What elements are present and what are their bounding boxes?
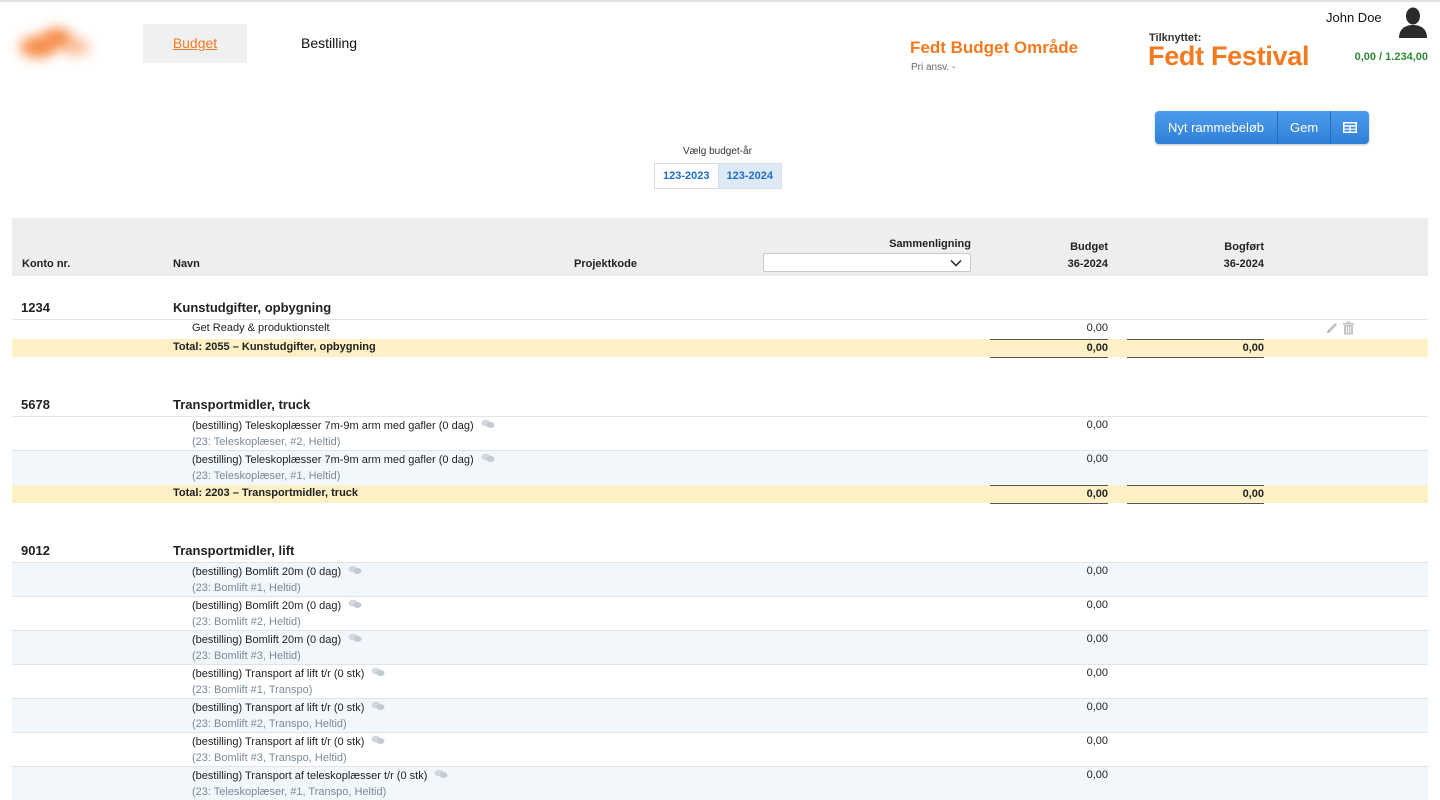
total-row: Total: 2203 – Transportmidler, truck 0,0… bbox=[12, 485, 1428, 504]
user-silhouette-icon bbox=[1399, 7, 1427, 38]
comment-icon[interactable] bbox=[371, 667, 385, 680]
line-subtext: (23: Teleskoplæser, #2, Heltid) bbox=[192, 436, 341, 448]
total-label: Total: 2203 – Transportmidler, truck bbox=[173, 487, 359, 499]
line-text: (bestilling) Transport af lift t/r (0 st… bbox=[192, 701, 365, 714]
account-name: Transportmidler, truck bbox=[173, 397, 311, 412]
line-text: (bestilling) Bomlift 20m (0 dag) bbox=[192, 633, 342, 646]
table-icon bbox=[1343, 122, 1357, 133]
budget-area-title: Fedt Budget Område bbox=[910, 38, 1079, 57]
line-text: (bestilling) Transport af lift t/r (0 st… bbox=[192, 735, 365, 748]
header-bogfort: Bogført bbox=[1224, 241, 1264, 253]
tab-budget[interactable]: Budget bbox=[143, 24, 247, 63]
comment-icon[interactable] bbox=[371, 735, 385, 748]
budget-line-row[interactable]: (bestilling) Transport af lift t/r (0 st… bbox=[12, 699, 1428, 733]
action-button-group: Nyt rammebeløb Gem bbox=[1155, 111, 1369, 144]
year-option-2023[interactable]: 123-2023 bbox=[655, 164, 718, 188]
budget-line-row[interactable]: (bestilling) Transport af lift t/r (0 st… bbox=[12, 733, 1428, 767]
total-bogfort-value: 0,00 bbox=[1127, 485, 1264, 504]
total-budget-value: 0,00 bbox=[990, 485, 1108, 504]
budget-line-row[interactable]: (bestilling) Transport af lift t/r (0 st… bbox=[12, 665, 1428, 699]
total-label: Total: 2055 – Kunstudgifter, opbygning bbox=[173, 341, 376, 353]
line-budget-value: 0,00 bbox=[1086, 453, 1108, 465]
line-text: (bestilling) Transport af teleskoplæsser… bbox=[192, 769, 428, 782]
account-group-row: 9012 Transportmidler, lift bbox=[12, 539, 1428, 563]
total-budget-value: 0,00 bbox=[990, 339, 1108, 358]
account-number: 1234 bbox=[21, 300, 50, 315]
line-budget-value: 0,00 bbox=[1086, 322, 1108, 334]
line-text: Get Ready & produktionstelt bbox=[192, 322, 330, 334]
header-konto: Konto nr. bbox=[22, 258, 71, 270]
line-text: (bestilling) Teleskoplæsser 7m-9m arm me… bbox=[192, 453, 474, 466]
account-name: Kunstudgifter, opbygning bbox=[173, 300, 332, 315]
line-subtext: (23: Teleskoplæser, #1, Heltid) bbox=[192, 470, 341, 482]
account-number: 9012 bbox=[21, 543, 50, 558]
comment-icon[interactable] bbox=[348, 599, 362, 612]
tab-bestilling[interactable]: Bestilling bbox=[281, 24, 377, 63]
budget-line-row[interactable]: (bestilling) Bomlift 20m (0 dag) (23: Bo… bbox=[12, 597, 1428, 631]
line-subtext: (23: Bomlift #3, Heltid) bbox=[192, 650, 301, 662]
pencil-icon[interactable] bbox=[1325, 321, 1339, 335]
line-subtext: (23: Bomlift #1, Heltid) bbox=[192, 582, 301, 594]
comment-icon[interactable] bbox=[481, 419, 495, 432]
budget-year-label: Vælg budget-år bbox=[683, 146, 752, 157]
chevron-down-icon bbox=[950, 259, 962, 267]
avatar[interactable] bbox=[1398, 6, 1428, 38]
line-budget-value: 0,00 bbox=[1086, 769, 1108, 781]
comment-icon[interactable] bbox=[348, 633, 362, 646]
budget-line-row[interactable]: (bestilling) Teleskoplæsser 7m-9m arm me… bbox=[12, 451, 1428, 485]
comment-icon[interactable] bbox=[434, 769, 448, 782]
save-button[interactable]: Gem bbox=[1278, 111, 1331, 144]
line-subtext: (23: Teleskoplæser, #1, Transpo, Heltid) bbox=[192, 786, 387, 798]
line-budget-value: 0,00 bbox=[1086, 633, 1108, 645]
year-option-2024[interactable]: 123-2024 bbox=[717, 164, 781, 188]
top-border bbox=[0, 0, 1440, 2]
budget-line-row[interactable]: (bestilling) Teleskoplæsser 7m-9m arm me… bbox=[12, 417, 1428, 451]
line-subtext: (23: Bomlift #1, Transpo) bbox=[192, 684, 313, 696]
total-row: Total: 2055 – Kunstudgifter, opbygning 0… bbox=[12, 339, 1428, 358]
header-budget-period: 36-2024 bbox=[1067, 258, 1108, 270]
comment-icon[interactable] bbox=[348, 565, 362, 578]
budget-area-subtitle: Pri ansv. - bbox=[911, 62, 956, 73]
total-bogfort-value: 0,00 bbox=[1127, 339, 1264, 358]
budget-line-row[interactable]: (bestilling) Bomlift 20m (0 dag) (23: Bo… bbox=[12, 563, 1428, 597]
new-frame-amount-button[interactable]: Nyt rammebeløb bbox=[1155, 111, 1278, 144]
line-subtext: (23: Bomlift #2, Transpo, Heltid) bbox=[192, 718, 347, 730]
account-name: Transportmidler, lift bbox=[173, 543, 295, 558]
line-text: (bestilling) Bomlift 20m (0 dag) bbox=[192, 599, 342, 612]
line-text: (bestilling) Bomlift 20m (0 dag) bbox=[192, 565, 342, 578]
header-budget: Budget bbox=[1070, 241, 1108, 253]
account-group-row: 5678 Transportmidler, truck bbox=[12, 393, 1428, 417]
line-budget-value: 0,00 bbox=[1086, 667, 1108, 679]
table-header: Konto nr. Navn Projektkode Sammenligning… bbox=[12, 218, 1428, 276]
comment-icon[interactable] bbox=[481, 453, 495, 466]
line-budget-value: 0,00 bbox=[1086, 701, 1108, 713]
comment-icon[interactable] bbox=[371, 701, 385, 714]
attached-event-name: Fedt Festival bbox=[1148, 41, 1310, 71]
header-sammenligning: Sammenligning bbox=[889, 238, 971, 250]
account-group-row: 1234 Kunstudgifter, opbygning bbox=[12, 296, 1428, 320]
comparison-select[interactable] bbox=[763, 253, 971, 272]
line-text: (bestilling) Transport af lift t/r (0 st… bbox=[192, 667, 365, 680]
line-budget-value: 0,00 bbox=[1086, 735, 1108, 747]
user-name[interactable]: John Doe bbox=[1326, 10, 1382, 25]
line-budget-value: 0,00 bbox=[1086, 419, 1108, 431]
header-bogfort-period: 36-2024 bbox=[1223, 258, 1264, 270]
table-view-button[interactable] bbox=[1331, 111, 1369, 144]
header-projektkode: Projektkode bbox=[574, 258, 637, 270]
line-text: (bestilling) Teleskoplæsser 7m-9m arm me… bbox=[192, 419, 474, 432]
line-subtext: (23: Bomlift #2, Heltid) bbox=[192, 616, 301, 628]
budget-year-selector: 123-2023 123-2024 bbox=[654, 163, 782, 189]
trash-icon[interactable] bbox=[1342, 321, 1355, 335]
header-navn: Navn bbox=[173, 258, 200, 270]
budget-amount-summary: 0,00 / 1.234,00 bbox=[1354, 51, 1428, 63]
account-number: 5678 bbox=[21, 397, 50, 412]
budget-line-row[interactable]: (bestilling) Bomlift 20m (0 dag) (23: Bo… bbox=[12, 631, 1428, 665]
line-budget-value: 0,00 bbox=[1086, 599, 1108, 611]
line-subtext: (23: Bomlift #3, Transpo, Heltid) bbox=[192, 752, 347, 764]
row-tools bbox=[1325, 321, 1355, 335]
budget-line-row[interactable]: Get Ready & produktionstelt 0,00 bbox=[12, 320, 1428, 339]
line-budget-value: 0,00 bbox=[1086, 565, 1108, 577]
budget-line-row[interactable]: (bestilling) Transport af teleskoplæsser… bbox=[12, 767, 1428, 800]
brand-logo[interactable] bbox=[12, 22, 102, 66]
